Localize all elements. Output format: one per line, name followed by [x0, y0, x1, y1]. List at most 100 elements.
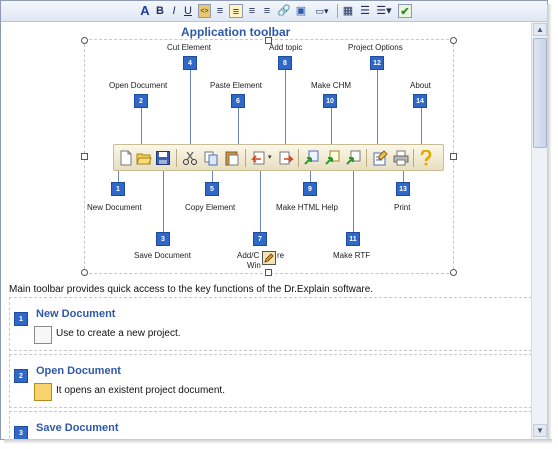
callout-line — [285, 67, 286, 147]
toolbar-separator — [337, 4, 338, 18]
open-folder-icon — [136, 153, 152, 165]
item-title: New Document — [36, 308, 116, 320]
resize-handle[interactable] — [450, 153, 457, 160]
callout-line — [212, 170, 213, 182]
image-icon[interactable]: ▣ — [294, 4, 308, 18]
callout-label: Open Document — [109, 81, 168, 90]
make-chm-icon — [325, 150, 340, 165]
save-disk-icon — [156, 151, 170, 165]
add-element-icon — [251, 151, 265, 165]
vertical-scrollbar[interactable]: ▲ ▼ — [531, 22, 547, 439]
callout-badge: 13 — [396, 182, 410, 196]
edit-pencil-icon[interactable] — [262, 251, 276, 265]
align-left-button[interactable]: ≡ — [214, 4, 226, 18]
callout-badge: 7 — [253, 232, 267, 246]
resize-handle[interactable] — [81, 153, 88, 160]
numbered-list-dropdown-icon[interactable]: ☰▾ — [374, 4, 394, 18]
item-number-badge: 2 — [14, 369, 28, 383]
callout-label-line2: Win — [247, 261, 261, 270]
callout-line — [310, 170, 311, 182]
code-button[interactable]: <> — [198, 4, 211, 18]
callout-label: Project Options — [348, 43, 403, 52]
font-color-button[interactable]: A — [139, 4, 151, 18]
link-icon[interactable]: 🔗 — [277, 4, 291, 18]
field-dropdown-button[interactable]: ▭▾ — [311, 4, 333, 18]
callout-badge: 12 — [370, 56, 384, 70]
callout-label: Add/C — [237, 251, 260, 260]
callout-line — [377, 67, 378, 147]
callout-label: Print — [394, 203, 411, 212]
table-icon[interactable]: ▦ — [341, 4, 355, 18]
document-content: Application toolbar Cut Element 4 Add to… — [1, 22, 531, 439]
callout-line — [238, 108, 239, 146]
list-item[interactable]: 3 Save Document — [9, 411, 531, 439]
callout-label: Paste Element — [210, 81, 263, 90]
callout-line — [118, 170, 119, 182]
spellcheck-icon[interactable]: ✔ — [398, 4, 412, 18]
printer-icon — [393, 150, 409, 166]
item-title: Save Document — [36, 422, 119, 434]
window-shadow — [4, 439, 552, 444]
callout-line — [190, 67, 191, 147]
scroll-up-button[interactable]: ▲ — [533, 23, 547, 36]
callout-line — [163, 170, 164, 232]
callout-label: About — [410, 81, 431, 90]
underline-button[interactable]: U — [183, 4, 193, 18]
resize-handle[interactable] — [450, 269, 457, 276]
new-document-icon — [34, 326, 52, 344]
callout-badge: 14 — [413, 94, 427, 108]
add-topic-icon — [279, 151, 294, 165]
item-number-badge: 3 — [14, 426, 28, 439]
window-shadow — [547, 4, 552, 440]
resize-handle[interactable] — [81, 37, 88, 44]
resize-handle[interactable] — [81, 269, 88, 276]
item-title: Open Document — [36, 365, 121, 377]
align-center-button[interactable]: ≡ — [229, 4, 243, 18]
bullet-list-icon[interactable]: ☰ — [358, 4, 372, 18]
callout-badge: 3 — [156, 232, 170, 246]
new-document-icon — [120, 150, 132, 166]
application-toolbar-image: ▾ — [113, 144, 444, 171]
resize-handle[interactable] — [265, 269, 272, 276]
list-item[interactable]: 1 New Document Use to create a new proje… — [9, 297, 531, 351]
callout-badge: 10 — [323, 94, 337, 108]
bold-button[interactable]: B — [155, 4, 165, 18]
callout-badge: 8 — [278, 56, 292, 70]
toolbar-separator — [366, 149, 367, 167]
callout-badge: 6 — [231, 94, 245, 108]
toolbar-description: Main toolbar provides quick access to th… — [9, 284, 374, 295]
toolbar-separator — [413, 149, 414, 167]
help-question-icon — [420, 150, 432, 166]
callout-line — [331, 108, 332, 146]
dropdown-arrow-icon: ▾ — [268, 154, 272, 161]
toolbar-separator — [245, 149, 246, 167]
callout-label: Make HTML Help — [276, 203, 338, 212]
toolbar-separator — [298, 149, 299, 167]
callout-label: Copy Element — [185, 203, 236, 212]
callout-badge: 11 — [346, 232, 360, 246]
paste-icon — [225, 151, 239, 166]
callout-badge: 2 — [134, 94, 148, 108]
item-number-badge: 1 — [14, 312, 28, 326]
callout-line — [141, 108, 142, 146]
callout-label-suffix: re — [277, 251, 285, 260]
scissors-icon — [183, 151, 197, 165]
callout-label: New Document — [87, 203, 142, 212]
make-html-help-icon — [304, 150, 319, 165]
callout-label: Add topic — [269, 43, 303, 52]
callout-badge: 4 — [183, 56, 197, 70]
scroll-down-button[interactable]: ▼ — [533, 424, 547, 437]
callout-line — [421, 108, 422, 146]
open-folder-icon — [34, 383, 52, 401]
justify-button[interactable]: ≡ — [261, 4, 273, 18]
italic-button[interactable]: I — [169, 4, 179, 18]
callout-label: Save Document — [134, 251, 191, 260]
scroll-thumb[interactable] — [533, 38, 547, 148]
callout-label: Cut Element — [167, 43, 212, 52]
callout-label: Make CHM — [311, 81, 352, 90]
list-item[interactable]: 2 Open Document It opens an existent pro… — [9, 354, 531, 408]
align-right-button[interactable]: ≡ — [246, 4, 258, 18]
resize-handle[interactable] — [450, 37, 457, 44]
item-text: Use to create a new project. — [56, 328, 181, 339]
format-toolbar: A B I U <> ≡ ≡ ≡ ≡ 🔗 ▣ ▭▾ ▦ ☰ ☰▾ ✔ — [1, 1, 547, 22]
